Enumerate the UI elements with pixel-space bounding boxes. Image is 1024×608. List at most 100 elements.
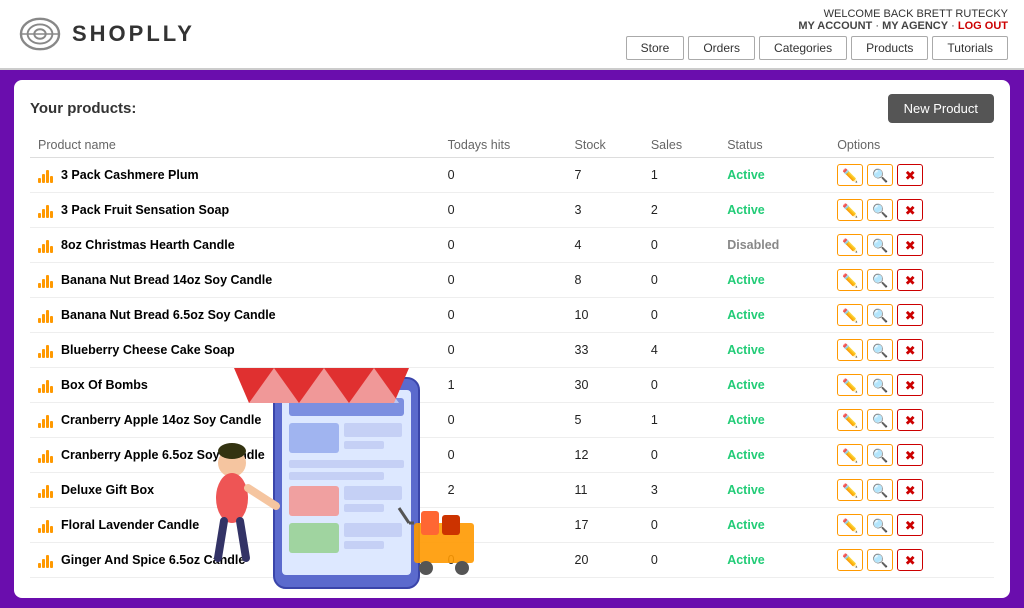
cell-hits: 2 [440, 473, 567, 508]
cell-hits: 0 [440, 578, 567, 585]
cell-sales: 0 [643, 228, 719, 263]
cell-hits: 0 [440, 403, 567, 438]
edit-button[interactable]: ✏️ [837, 479, 863, 501]
view-button[interactable]: 🔍 [867, 164, 893, 186]
cell-hits: 0 [440, 228, 567, 263]
status-badge: Active [719, 263, 829, 298]
view-button[interactable]: 🔍 [867, 479, 893, 501]
status-badge: Active [719, 193, 829, 228]
view-button[interactable]: 🔍 [867, 339, 893, 361]
cell-hits: 0 [440, 298, 567, 333]
status-badge: Active [719, 333, 829, 368]
view-button[interactable]: 🔍 [867, 269, 893, 291]
cell-stock: 33 [567, 333, 643, 368]
stats-icon [38, 202, 53, 218]
table-row: Luscious Lavender Soap 071Active ✏️ 🔍 ✖ [30, 578, 994, 585]
nav-store[interactable]: Store [626, 36, 685, 60]
cell-sales: 1 [643, 578, 719, 585]
cell-stock: 7 [567, 158, 643, 193]
view-button[interactable]: 🔍 [867, 514, 893, 536]
delete-button[interactable]: ✖ [897, 444, 923, 466]
table-row: Cranberry Apple 14oz Soy Candle 051Activ… [30, 403, 994, 438]
edit-button[interactable]: ✏️ [837, 269, 863, 291]
col-options: Options [829, 133, 994, 158]
cell-sales: 1 [643, 158, 719, 193]
edit-button[interactable]: ✏️ [837, 374, 863, 396]
logo-icon [16, 14, 64, 54]
my-agency-link[interactable]: MY AGENCY [882, 20, 948, 32]
view-button[interactable]: 🔍 [867, 304, 893, 326]
nav-buttons: Store Orders Categories Products Tutoria… [626, 36, 1008, 60]
stats-icon [38, 237, 53, 253]
edit-button[interactable]: ✏️ [837, 164, 863, 186]
view-button[interactable]: 🔍 [867, 234, 893, 256]
cell-name: Box Of Bombs [30, 368, 440, 403]
cell-stock: 17 [567, 508, 643, 543]
col-hits: Todays hits [440, 133, 567, 158]
cell-sales: 0 [643, 543, 719, 578]
stats-icon [38, 552, 53, 568]
status-badge: Active [719, 368, 829, 403]
col-name: Product name [30, 133, 440, 158]
status-badge: Disabled [719, 228, 829, 263]
new-product-button[interactable]: New Product [888, 94, 994, 123]
header: SHOPLLY WELCOME BACK BRETT RUTECKY MY AC… [0, 0, 1024, 70]
delete-button[interactable]: ✖ [897, 514, 923, 536]
nav-categories[interactable]: Categories [759, 36, 847, 60]
edit-button[interactable]: ✏️ [837, 234, 863, 256]
stats-icon [38, 517, 53, 533]
stats-icon [38, 167, 53, 183]
nav-products[interactable]: Products [851, 36, 928, 60]
my-account-link[interactable]: MY ACCOUNT [798, 20, 872, 32]
log-out-link[interactable]: LOG OUT [958, 20, 1008, 32]
delete-button[interactable]: ✖ [897, 374, 923, 396]
cell-sales: 0 [643, 263, 719, 298]
cell-stock: 11 [567, 473, 643, 508]
nav-tutorials[interactable]: Tutorials [932, 36, 1008, 60]
cell-stock: 7 [567, 578, 643, 585]
delete-button[interactable]: ✖ [897, 409, 923, 431]
view-button[interactable]: 🔍 [867, 409, 893, 431]
products-table: Product name Todays hits Stock Sales Sta… [30, 133, 994, 584]
product-name: Ginger And Spice 6.5oz Candle [61, 553, 245, 567]
nav-orders[interactable]: Orders [688, 36, 755, 60]
cell-stock: 30 [567, 368, 643, 403]
product-name: Deluxe Gift Box [61, 483, 154, 497]
delete-button[interactable]: ✖ [897, 549, 923, 571]
view-button[interactable]: 🔍 [867, 199, 893, 221]
edit-button[interactable]: ✏️ [837, 444, 863, 466]
view-button[interactable]: 🔍 [867, 374, 893, 396]
options-cell: ✏️ 🔍 ✖ [829, 193, 994, 228]
edit-button[interactable]: ✏️ [837, 339, 863, 361]
edit-button[interactable]: ✏️ [837, 304, 863, 326]
delete-button[interactable]: ✖ [897, 199, 923, 221]
delete-button[interactable]: ✖ [897, 164, 923, 186]
product-name: Banana Nut Bread 6.5oz Soy Candle [61, 308, 276, 322]
delete-button[interactable]: ✖ [897, 269, 923, 291]
view-button[interactable]: 🔍 [867, 549, 893, 571]
col-stock: Stock [567, 133, 643, 158]
edit-button[interactable]: ✏️ [837, 549, 863, 571]
product-name: Box Of Bombs [61, 378, 148, 392]
options-cell: ✏️ 🔍 ✖ [829, 543, 994, 578]
edit-button[interactable]: ✏️ [837, 514, 863, 536]
delete-button[interactable]: ✖ [897, 234, 923, 256]
main-wrapper: Your products: New Product Product name … [0, 70, 1024, 608]
delete-button[interactable]: ✖ [897, 479, 923, 501]
product-name: Floral Lavender Candle [61, 518, 199, 532]
product-name: Blueberry Cheese Cake Soap [61, 343, 235, 357]
cell-stock: 4 [567, 228, 643, 263]
delete-button[interactable]: ✖ [897, 339, 923, 361]
options-cell: ✏️ 🔍 ✖ [829, 403, 994, 438]
stats-icon [38, 412, 53, 428]
edit-button[interactable]: ✏️ [837, 409, 863, 431]
delete-button[interactable]: ✖ [897, 304, 923, 326]
cell-sales: 0 [643, 368, 719, 403]
cell-sales: 4 [643, 333, 719, 368]
view-button[interactable]: 🔍 [867, 444, 893, 466]
edit-button[interactable]: ✏️ [837, 199, 863, 221]
options-cell: ✏️ 🔍 ✖ [829, 158, 994, 193]
status-badge: Active [719, 298, 829, 333]
table-row: Blueberry Cheese Cake Soap 0334Active ✏️… [30, 333, 994, 368]
table-row: Deluxe Gift Box 2113Active ✏️ 🔍 ✖ [30, 473, 994, 508]
